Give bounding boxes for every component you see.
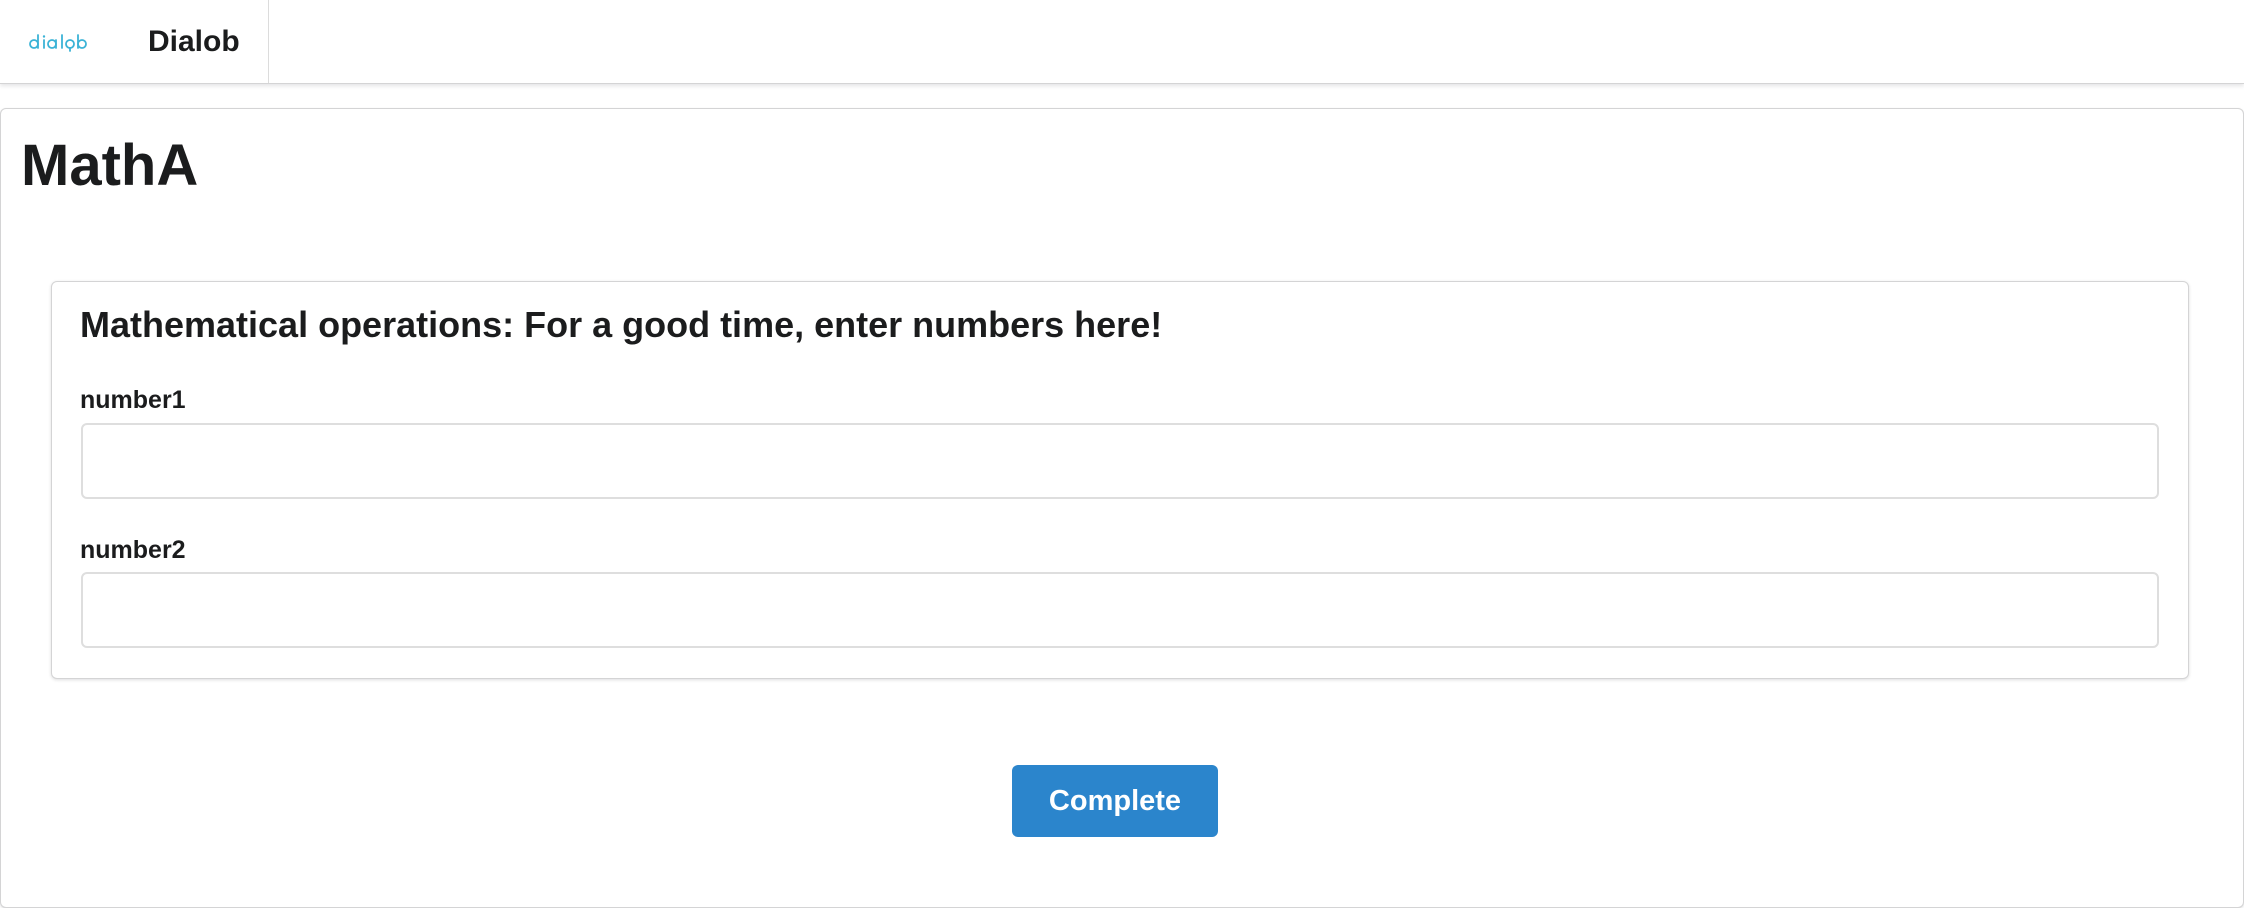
page-title: MathA	[21, 133, 199, 198]
brand[interactable]: Dialob	[0, 0, 269, 83]
dialob-logo-icon	[28, 32, 104, 52]
number2-input[interactable]	[81, 572, 2159, 648]
number1-label: number1	[80, 386, 186, 414]
number1-input[interactable]	[81, 423, 2159, 499]
question-group: Mathematical operations: For a good time…	[51, 281, 2189, 679]
group-title: Mathematical operations: For a good time…	[80, 304, 1163, 345]
brand-name: Dialob	[148, 24, 240, 58]
number2-label: number2	[80, 536, 186, 564]
top-nav-bar: Dialob	[0, 0, 2244, 84]
complete-button[interactable]: Complete	[1012, 765, 1218, 837]
